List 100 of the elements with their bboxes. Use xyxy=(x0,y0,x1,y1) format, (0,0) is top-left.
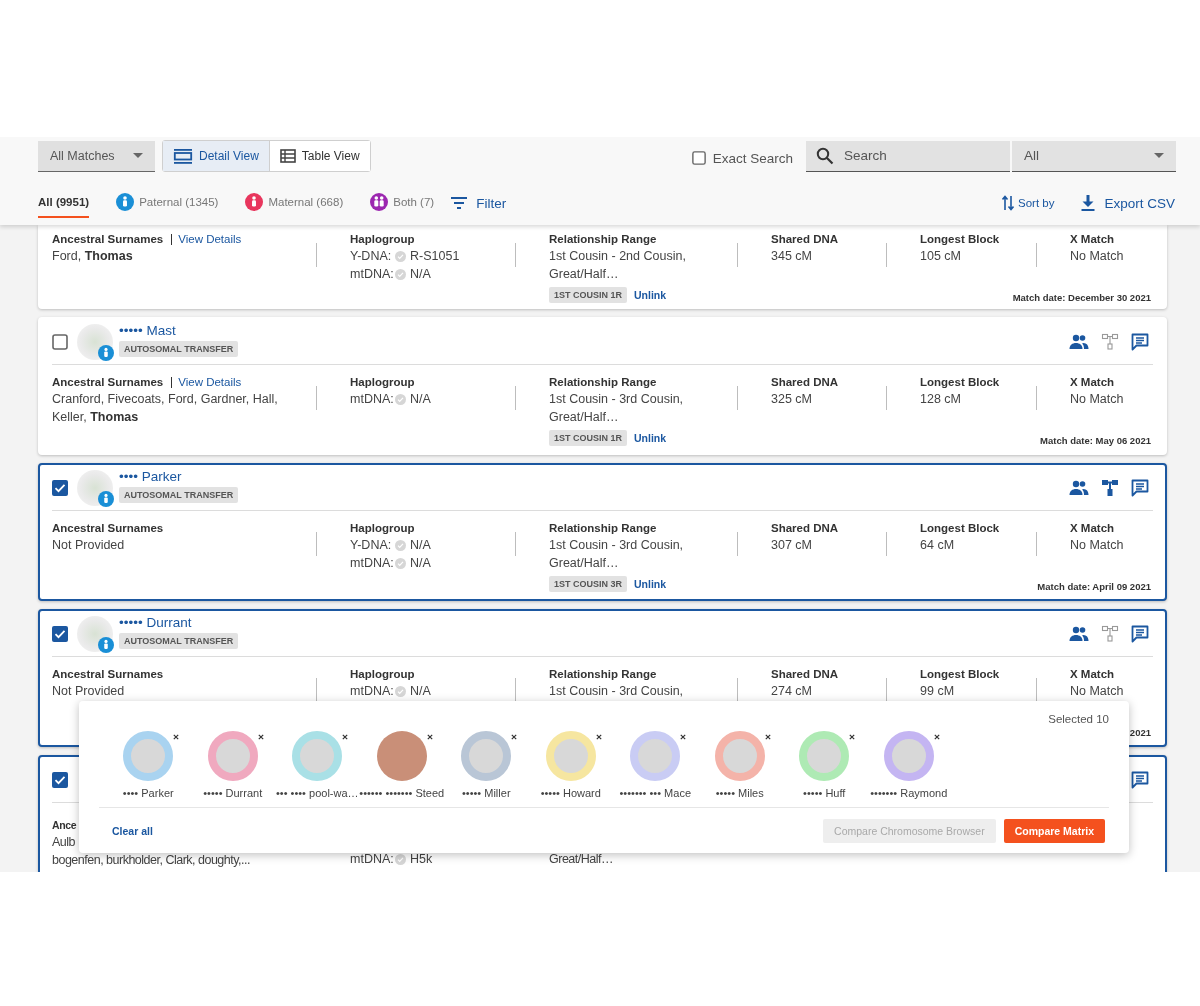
tag: AUTOSOMAL TRANSFER xyxy=(119,340,239,357)
chat-icon[interactable] xyxy=(1131,332,1149,351)
check-circle-icon xyxy=(395,394,406,406)
view-details-link[interactable]: View Details xyxy=(178,233,242,245)
filter-button[interactable]: Filter xyxy=(451,195,507,211)
tab[interactable]: All (9951) xyxy=(38,188,90,218)
search-input[interactable]: Search xyxy=(842,147,996,164)
chat-icon[interactable] xyxy=(1131,770,1149,789)
search-scope-dropdown[interactable]: All xyxy=(1012,140,1176,172)
haplogroup-value: H5k xyxy=(410,851,433,868)
sort-button[interactable]: Sort by xyxy=(1002,195,1055,211)
relationship-tag: 1ST COUSIN 3R xyxy=(549,576,627,592)
selected-match-name: ••••••• Raymond xyxy=(870,787,948,799)
relationship-text: Great/Half… xyxy=(549,554,619,572)
clear-all-link[interactable]: Clear all xyxy=(112,824,153,837)
check-circle-icon xyxy=(395,557,406,569)
unlink-link[interactable]: Unlink xyxy=(634,432,667,444)
match-name-link[interactable]: ••••• Mast xyxy=(119,322,176,338)
person-icon xyxy=(98,636,114,653)
stat-value: 345 cM xyxy=(771,248,812,265)
surname-list-text: Keller, Thomas xyxy=(52,408,139,426)
tab[interactable]: Both (7) xyxy=(370,188,435,218)
match-date: Match date: April 09 2021 xyxy=(1037,581,1151,592)
match-filter-dropdown[interactable]: All Matches xyxy=(38,140,155,172)
tree-icon[interactable] xyxy=(1101,478,1119,497)
selected-match-name: ••••• Durrant xyxy=(203,787,263,799)
people-icon[interactable] xyxy=(1069,479,1089,496)
stat-value: No Match xyxy=(1070,537,1124,554)
column-label: Relationship Range xyxy=(549,667,657,682)
column-label: Ancestral Surnames xyxy=(52,232,164,247)
selected-match-name: •••••• ••••••• Steed xyxy=(359,787,445,799)
match-name-link[interactable]: ••••• Durrant xyxy=(119,614,192,630)
stat-value: 105 cM xyxy=(920,248,961,265)
column-label: Haplogroup xyxy=(350,375,415,390)
column-label: Shared DNA xyxy=(771,232,839,247)
stat-value: 274 cM xyxy=(771,683,812,700)
check-circle-icon xyxy=(395,251,406,263)
column-label: Ancestral Surnames xyxy=(52,521,164,536)
person-icon xyxy=(116,193,135,211)
detail-view-button[interactable]: Detail View xyxy=(163,141,270,171)
search-icon xyxy=(816,146,834,165)
export-csv-button[interactable]: Export CSV xyxy=(1081,195,1175,211)
stat-value: No Match xyxy=(1070,391,1124,408)
filter-icon xyxy=(451,197,468,209)
selected-match-name: •••• Parker xyxy=(122,787,174,799)
column-label: Haplogroup xyxy=(350,521,415,536)
view-details-link[interactable]: View Details xyxy=(178,376,242,388)
surname-list-text: Ford, Thomas xyxy=(52,248,133,265)
haplogroup-key: mtDNA: xyxy=(350,683,395,701)
haplogroup-value: R-S1051 xyxy=(410,248,460,265)
tag: AUTOSOMAL TRANSFER xyxy=(119,486,239,503)
chat-icon[interactable] xyxy=(1131,478,1149,497)
column-label: Relationship Range xyxy=(549,521,657,536)
chat-icon[interactable] xyxy=(1131,624,1149,643)
match-name-link[interactable]: •••• Parker xyxy=(119,468,182,484)
checkbox[interactable] xyxy=(52,479,68,496)
search-field[interactable]: Search xyxy=(806,140,1010,172)
haplogroup-value: N/A xyxy=(410,265,431,283)
checkbox[interactable] xyxy=(52,771,68,788)
check-circle-icon xyxy=(395,268,406,280)
stat-value: 307 cM xyxy=(771,537,812,554)
haplogroup-value: N/A xyxy=(410,391,431,408)
column-label: Shared DNA xyxy=(771,667,839,682)
column-label: Longest Block xyxy=(920,521,1000,536)
relationship-text: 1st Cousin - 2nd Cousin, xyxy=(549,248,686,265)
haplogroup-key: Y-DNA: xyxy=(350,537,395,555)
column-label: X Match xyxy=(1070,521,1115,536)
people-icon[interactable] xyxy=(1069,333,1089,350)
people-icon[interactable] xyxy=(1069,625,1089,642)
match-date: Match date: May 06 2021 xyxy=(1040,435,1151,446)
relationship-text: 1st Cousin - 3rd Cousin, xyxy=(549,391,684,408)
unlink-link[interactable]: Unlink xyxy=(634,289,667,301)
exact-search-label[interactable]: Exact Search xyxy=(712,150,793,166)
tab[interactable]: Paternal (1345) xyxy=(116,188,219,218)
column-label: Shared DNA xyxy=(771,375,839,390)
column-label: Relationship Range xyxy=(549,375,657,390)
selected-match-name: ••••• Huff xyxy=(803,787,846,799)
surname-list-text: Cranford, Fivecoats, Ford, Gardner, Hall, xyxy=(52,391,278,408)
relationship-text: 1st Cousin - 3rd Cousin, xyxy=(549,537,684,554)
relationship-text: 1st Cousin - 3rd Cousin, xyxy=(549,683,684,700)
check-circle-icon xyxy=(395,686,406,698)
checkbox[interactable] xyxy=(52,333,68,350)
relationship-text: Great/Half… xyxy=(549,265,619,283)
table-icon xyxy=(279,149,296,163)
two-people-icon xyxy=(370,193,389,211)
checkbox[interactable] xyxy=(691,151,706,165)
column-label: Haplogroup xyxy=(350,667,415,682)
check-circle-icon xyxy=(395,540,406,552)
unlink-link[interactable]: Unlink xyxy=(634,578,667,590)
tab[interactable]: Maternal (668) xyxy=(245,188,344,218)
haplogroup-key: Y-DNA: xyxy=(350,248,395,266)
surname-list-text: Not Provided xyxy=(52,537,125,554)
stat-value: 99 cM xyxy=(920,683,955,700)
checkbox[interactable] xyxy=(52,625,68,642)
column-label: Shared DNA xyxy=(771,521,839,536)
stat-value: 128 cM xyxy=(920,391,961,408)
haplogroup-key: mtDNA: xyxy=(350,554,395,572)
haplogroup-value: N/A xyxy=(410,554,431,572)
tag: AUTOSOMAL TRANSFER xyxy=(119,632,239,649)
surname-list-text: Not Provided xyxy=(52,683,125,700)
